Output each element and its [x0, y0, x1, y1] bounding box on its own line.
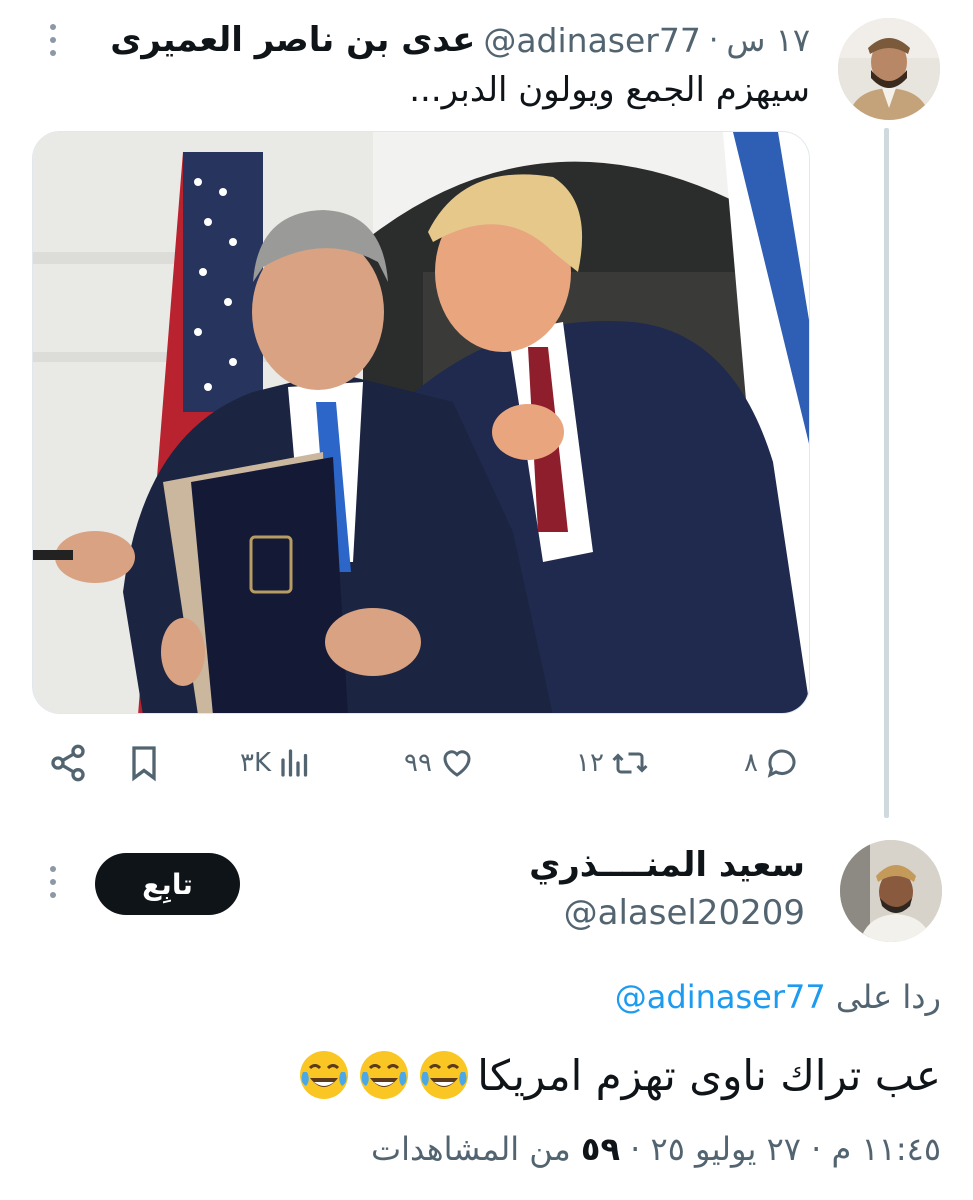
analytics-icon — [281, 749, 308, 777]
author-handle[interactable]: @adinaser77 — [483, 21, 701, 60]
reply-avatar[interactable] — [840, 840, 942, 942]
thread-line — [884, 128, 889, 818]
replying-to-mention[interactable]: @adinaser77 — [615, 978, 826, 1016]
avatar[interactable] — [838, 18, 940, 120]
share-action[interactable] — [48, 738, 88, 788]
bookmark-action[interactable] — [124, 738, 164, 788]
tears-of-joy-emoji-icon — [420, 1051, 469, 1099]
author-name[interactable]: عدى بن ناصر العميرى — [110, 20, 475, 60]
retweet-action[interactable]: ١٢ — [576, 738, 650, 788]
views-count: ٥٩ — [580, 1130, 620, 1168]
views-label: من المشاهدات — [370, 1130, 571, 1168]
share-icon — [51, 744, 85, 782]
tears-of-joy-emoji-icon — [360, 1051, 409, 1099]
tweet-photo[interactable] — [32, 131, 810, 714]
retweet-count: ١٢ — [576, 748, 604, 778]
separator-dot: · — [630, 1130, 641, 1168]
tweet-header: عدى بن ناصر العميرى @adinaser77 · ١٧ س — [110, 18, 810, 62]
replying-to: ردا على @adinaser77 — [615, 978, 941, 1016]
replying-prefix: ردا على — [835, 978, 941, 1016]
tweet-time[interactable]: ١٧ س — [726, 21, 810, 59]
more-options-icon[interactable] — [48, 866, 58, 898]
reply-icon — [767, 749, 796, 778]
reply-date[interactable]: ٢٧ يوليو ٢٥ — [651, 1130, 801, 1168]
separator-dot: · — [708, 22, 719, 58]
reply-author-handle[interactable]: @alasel20209 — [564, 893, 805, 933]
follow-button[interactable]: تابِع — [95, 853, 240, 915]
reply-meta: ١١:٤٥ م · ٢٧ يوليو ٢٥ · ٥٩ من المشاهدات — [371, 1130, 941, 1168]
reply-text-row: عب تراك ناوى تهزم امريكا — [297, 1048, 941, 1102]
more-options-icon[interactable] — [48, 24, 58, 56]
tweet-text: سيهزم الجمع ويولون الدبر... — [409, 70, 810, 110]
like-count: ٩٩ — [404, 748, 432, 778]
tears-of-joy-emoji-icon — [300, 1051, 349, 1099]
heart-icon — [443, 750, 471, 777]
bookmark-icon — [132, 746, 156, 782]
like-action[interactable]: ٩٩ — [404, 738, 476, 788]
retweet-icon — [612, 752, 648, 774]
reply-action[interactable]: ٨ — [744, 738, 800, 788]
reply-time[interactable]: ١١:٤٥ م — [831, 1130, 941, 1168]
reply-count: ٨ — [744, 748, 758, 778]
reply-author-name[interactable]: سعيد المنــــذري — [529, 845, 805, 885]
reply-text: عب تراك ناوى تهزم امريكا — [477, 1050, 941, 1100]
views-count: ٣K — [240, 748, 272, 778]
separator-dot: · — [811, 1130, 822, 1168]
views-action[interactable]: ٣K — [240, 738, 313, 788]
